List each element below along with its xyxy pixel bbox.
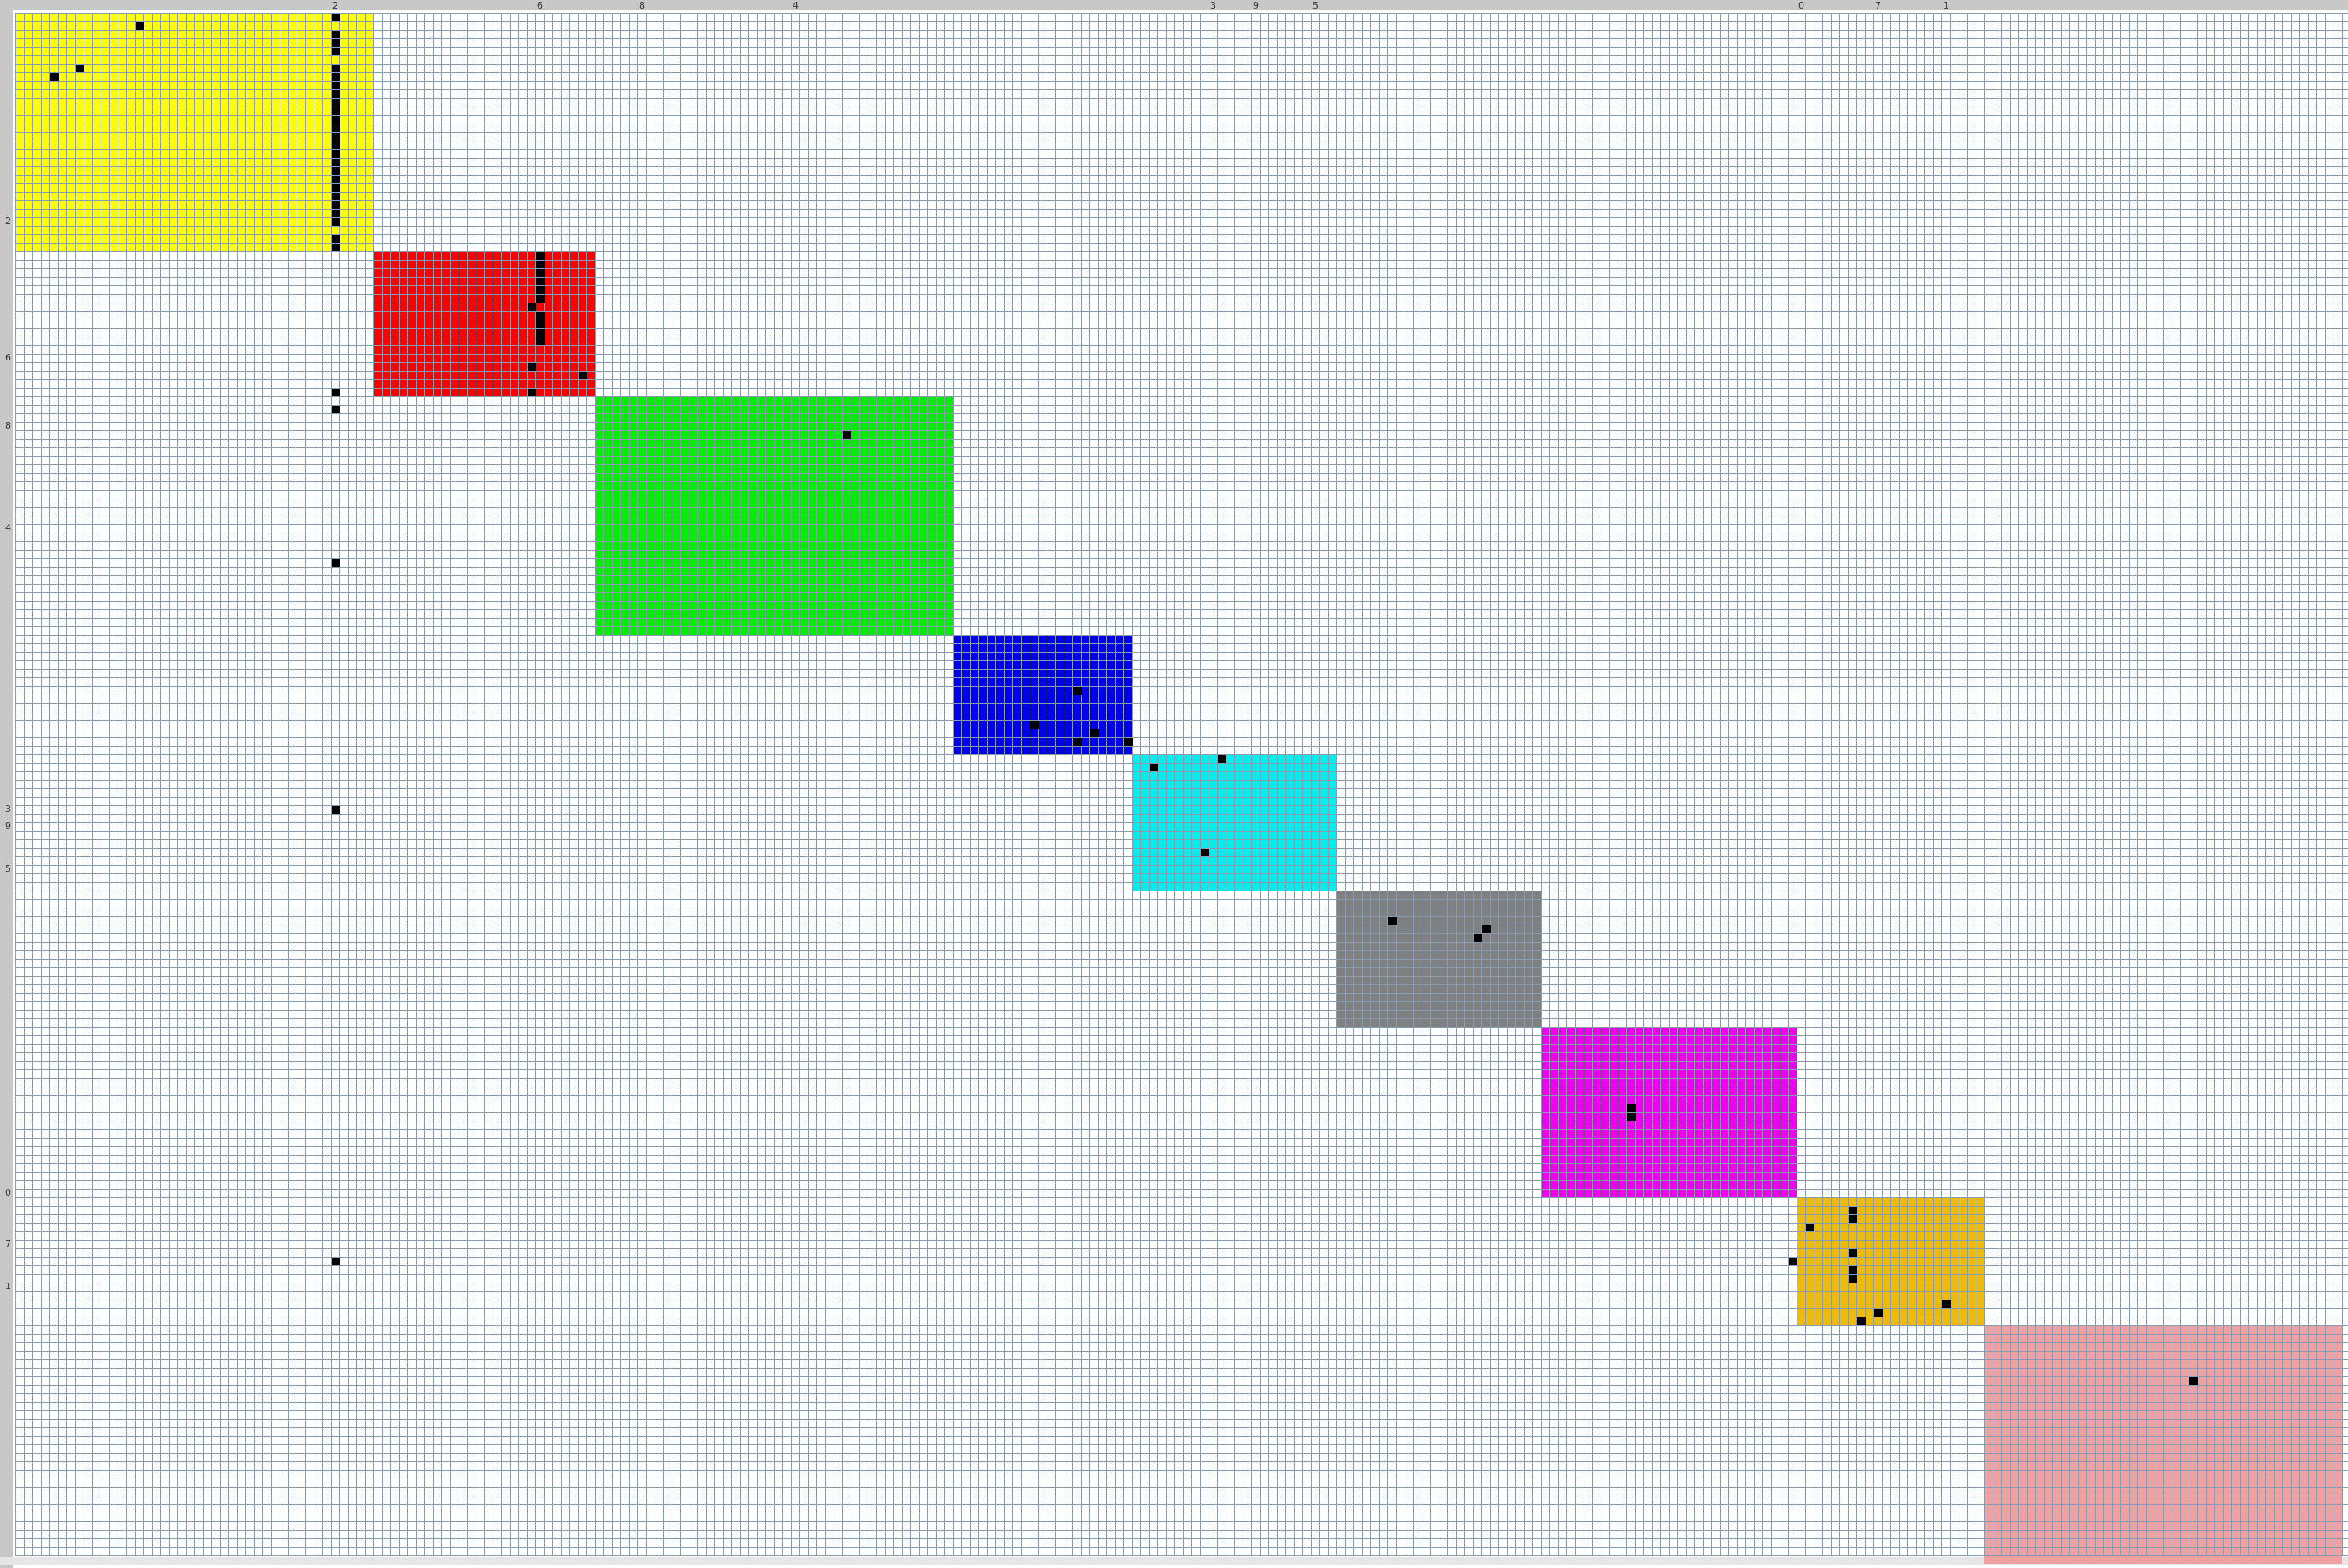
column-label: 6 <box>537 0 543 11</box>
filled-cell <box>332 406 340 413</box>
filled-cell <box>536 286 545 294</box>
filled-cell <box>332 184 340 192</box>
column-label: 3 <box>1210 0 1216 11</box>
filled-cell <box>332 559 340 567</box>
row-label: 2 <box>5 216 11 227</box>
row-label: 3 <box>5 804 11 815</box>
filled-cell <box>536 261 545 268</box>
filled-cell <box>536 278 545 285</box>
row-label: 8 <box>5 420 11 431</box>
top-border <box>0 0 2348 10</box>
filled-cell <box>332 31 340 38</box>
filled-cell <box>332 90 340 98</box>
filled-cell <box>1073 687 1082 695</box>
filled-cell <box>332 150 340 158</box>
filled-cell <box>536 295 545 303</box>
filled-cell <box>2189 1377 2198 1385</box>
filled-cell <box>1849 1266 1857 1274</box>
filled-cell <box>332 201 340 209</box>
row-label: 9 <box>5 821 11 832</box>
filled-cell <box>528 303 536 311</box>
column-label: 8 <box>639 0 645 11</box>
filled-cell <box>1806 1224 1814 1231</box>
filled-cell <box>332 806 340 814</box>
filled-cell <box>1090 729 1099 737</box>
grid-frame: 2 6 8 4 3 9 5 0 7 1 2 6 8 4 3 9 5 0 7 1 <box>0 0 2348 1568</box>
column-label: 1 <box>1943 0 1949 11</box>
filled-cell <box>332 244 340 251</box>
row-label: 6 <box>5 352 11 363</box>
filled-cell <box>50 73 59 81</box>
filled-cell <box>1849 1215 1857 1223</box>
filled-cell <box>332 82 340 89</box>
filled-cell <box>332 99 340 107</box>
row-label: 1 <box>5 1281 11 1292</box>
filled-cell <box>1849 1207 1857 1214</box>
filled-cell <box>76 65 84 72</box>
filled-cell <box>332 73 340 81</box>
filled-cell <box>332 389 340 396</box>
row-label: 7 <box>5 1238 11 1249</box>
filled-cell <box>332 159 340 166</box>
filled-cell <box>1849 1249 1857 1257</box>
filled-cell <box>1150 764 1158 771</box>
filled-cell <box>332 167 340 175</box>
filled-cell <box>536 252 545 260</box>
filled-cell <box>1789 1258 1797 1265</box>
filled-cell <box>332 39 340 47</box>
filled-cell <box>332 218 340 226</box>
filled-cell <box>1849 1275 1857 1283</box>
filled-cell <box>332 1258 340 1265</box>
filled-cell <box>332 107 340 115</box>
filled-cell <box>332 193 340 200</box>
filled-cell <box>1627 1113 1636 1121</box>
filled-cell <box>1218 755 1226 763</box>
filled-cell <box>1857 1317 1866 1325</box>
filled-cell <box>528 363 536 371</box>
row-label: 0 <box>5 1187 11 1198</box>
left-border <box>0 0 13 1568</box>
filled-cell <box>1124 738 1133 746</box>
filled-cell <box>536 337 545 345</box>
filled-cell <box>1201 849 1209 856</box>
filled-cell <box>332 65 340 72</box>
filled-cell <box>332 116 340 124</box>
filled-cell <box>332 141 340 149</box>
filled-cell <box>1627 1104 1636 1112</box>
filled-cell <box>1030 721 1039 729</box>
filled-cell <box>332 124 340 132</box>
column-label: 0 <box>1798 0 1804 11</box>
filled-cell <box>528 389 536 396</box>
column-label: 2 <box>332 0 338 11</box>
filled-cell <box>1482 925 1491 933</box>
row-label: 4 <box>5 522 11 533</box>
filled-cell <box>1874 1309 1883 1317</box>
filled-cell <box>136 22 144 30</box>
column-label: 4 <box>793 0 799 11</box>
filled-cell <box>332 235 340 243</box>
filled-cell <box>1942 1300 1951 1308</box>
filled-cell <box>332 14 340 21</box>
filled-cell <box>1388 917 1397 925</box>
filled-cell <box>536 312 545 320</box>
filled-cell <box>332 48 340 55</box>
filled-cell <box>332 210 340 217</box>
filled-cell <box>536 269 545 277</box>
filled-cell <box>332 176 340 183</box>
column-label: 7 <box>1875 0 1881 11</box>
filled-cell <box>1073 738 1082 746</box>
filled-cell <box>1474 934 1482 942</box>
row-label: 5 <box>5 863 11 874</box>
column-label: 5 <box>1312 0 1318 11</box>
filled-cell <box>536 329 545 337</box>
filled-cell <box>843 431 851 439</box>
filled-cell <box>579 372 587 379</box>
grid-canvas <box>0 0 2348 1568</box>
filled-cell <box>536 320 545 328</box>
filled-cell <box>332 133 340 141</box>
column-label: 9 <box>1253 0 1259 11</box>
